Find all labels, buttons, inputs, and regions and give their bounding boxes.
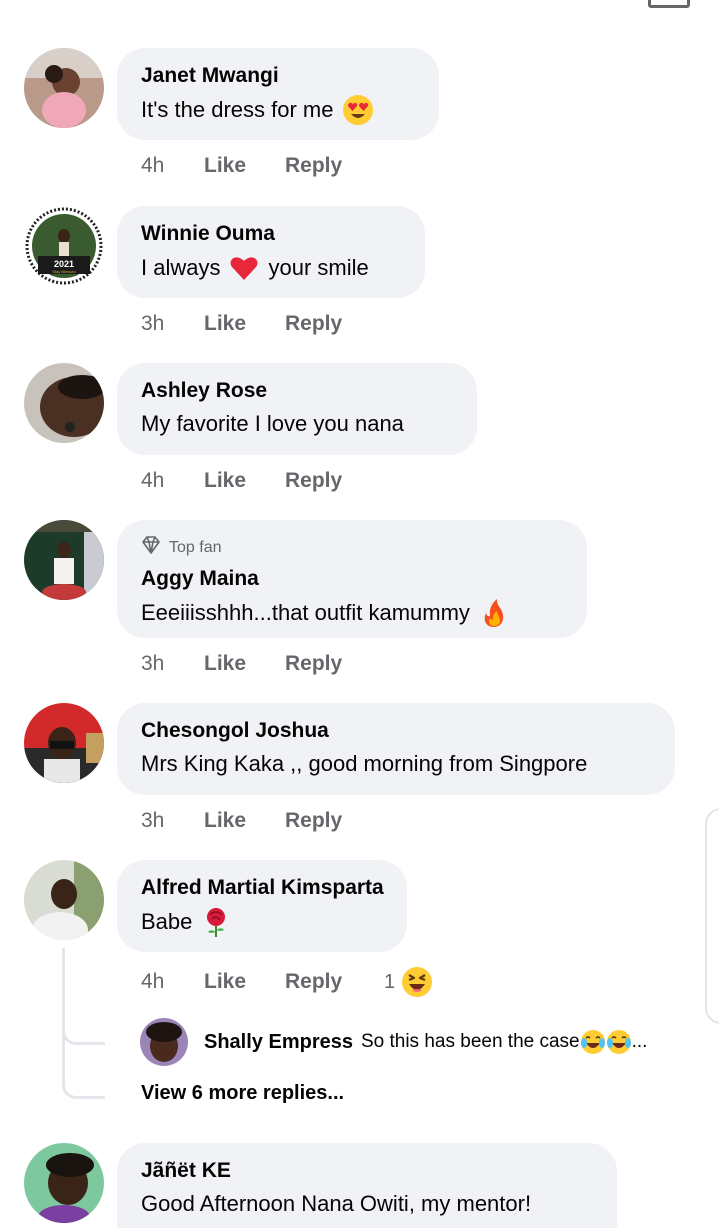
avatar[interactable] xyxy=(24,860,104,940)
reply-preview[interactable]: Shally Empress So this has been the case… xyxy=(140,1018,647,1066)
rose-emoji-icon xyxy=(200,906,232,938)
avatar[interactable] xyxy=(24,703,104,783)
badge-label: Top fan xyxy=(169,538,222,556)
thread-line xyxy=(62,948,105,1099)
comments-page: Janet Mwangi It's the dress for me 4h Li… xyxy=(0,0,719,1228)
comment-text: It's the dress for me xyxy=(141,94,415,126)
avatar[interactable]: 2021 Stay Blessed xyxy=(24,206,104,286)
comment-bubble[interactable]: Jãñët KE Good Afternoon Nana Owiti, my m… xyxy=(117,1143,617,1228)
reply-text: So this has been the case ... xyxy=(360,1029,648,1055)
comment-text: Babe xyxy=(141,906,383,938)
comment-text-body: Eeeiiisshhh...that outfit kamummy xyxy=(141,600,470,625)
commenter-name[interactable]: Ashley Rose xyxy=(141,377,453,405)
avatar-year-text: 2021 xyxy=(54,259,74,269)
reply-button[interactable]: Reply xyxy=(285,970,384,994)
comment-actions: 3h Like Reply xyxy=(141,809,384,833)
comment-time: 4h xyxy=(141,469,165,492)
comment-text: Good Afternoon Nana Owiti, my mentor! xyxy=(141,1189,593,1219)
comment-time: 3h xyxy=(141,809,165,832)
reply-button[interactable]: Reply xyxy=(285,154,384,178)
comment-text-body: Babe xyxy=(141,909,193,934)
fire-emoji-icon xyxy=(478,597,510,629)
like-button[interactable]: Like xyxy=(204,469,285,493)
like-button[interactable]: Like xyxy=(204,970,285,994)
reply-button[interactable]: Reply xyxy=(285,809,384,833)
reply-button[interactable]: Reply xyxy=(285,469,384,493)
reply-ellipsis: ... xyxy=(631,1031,648,1052)
comment-text-body: It's the dress for me xyxy=(141,97,334,122)
avatar-sub-text: Stay Blessed xyxy=(52,269,75,274)
commenter-name[interactable]: Winnie Ouma xyxy=(141,220,401,248)
view-more-replies-link[interactable]: View 6 more replies... xyxy=(141,1082,344,1105)
comment-actions: 3h Like Reply xyxy=(141,652,384,676)
right-edge-panel xyxy=(705,808,719,1024)
avatar[interactable] xyxy=(24,48,104,128)
heart-eyes-emoji-icon xyxy=(342,94,374,126)
comment-actions: 4h Like Reply 1 xyxy=(141,966,433,998)
avatar[interactable] xyxy=(24,1143,104,1223)
comment-text-after: your smile xyxy=(268,255,369,280)
comment-time: 3h xyxy=(141,652,165,675)
laughing-emoji-icon[interactable] xyxy=(401,966,433,998)
comment-bubble[interactable]: Winnie Ouma I always your smile xyxy=(117,206,425,298)
top-fan-badge: Top fan xyxy=(141,536,563,559)
red-heart-emoji-icon xyxy=(228,252,260,284)
comment-text: My favorite I love you nana xyxy=(141,409,453,439)
reply-avatar[interactable] xyxy=(140,1018,188,1066)
comment-bubble[interactable]: Chesongol Joshua Mrs King Kaka ,, good m… xyxy=(117,703,675,795)
reply-button[interactable]: Reply xyxy=(285,312,384,336)
like-button[interactable]: Like xyxy=(204,809,285,833)
comment-text: Mrs King Kaka ,, good morning from Singp… xyxy=(141,749,651,779)
comment-bubble[interactable]: Top fan Aggy Maina Eeeiiisshhh...that ou… xyxy=(117,520,587,638)
avatar[interactable] xyxy=(24,520,104,600)
avatar[interactable] xyxy=(24,363,104,443)
top-edge-icon xyxy=(648,0,690,8)
commenter-name[interactable]: Alfred Martial Kimsparta xyxy=(141,874,384,902)
diamond-icon xyxy=(141,536,161,559)
commenter-name[interactable]: Aggy Maina xyxy=(141,565,563,593)
like-button[interactable]: Like xyxy=(204,652,285,676)
comment-actions: 4h Like Reply xyxy=(141,154,384,178)
comment-time: 4h xyxy=(141,970,165,993)
comment-text-body: My favorite I love you nana xyxy=(141,411,404,436)
commenter-name[interactable]: Chesongol Joshua xyxy=(141,717,651,745)
comment-text-body: Mrs King Kaka ,, good morning from Singp… xyxy=(141,751,588,776)
tears-of-joy-emoji-icon xyxy=(606,1029,632,1055)
reply-author-name[interactable]: Shally Empress xyxy=(204,1031,353,1054)
like-button[interactable]: Like xyxy=(204,154,285,178)
comment-actions: 4h Like Reply xyxy=(141,469,384,493)
reaction-count[interactable]: 1 xyxy=(384,971,395,994)
comment-bubble[interactable]: Alfred Martial Kimsparta Babe xyxy=(117,860,407,952)
tears-of-joy-emoji-icon xyxy=(580,1029,606,1055)
comment-text: I always your smile xyxy=(141,252,401,284)
commenter-name[interactable]: Jãñët KE xyxy=(141,1157,593,1185)
comment-time: 4h xyxy=(141,154,165,177)
comment-text-before: I always xyxy=(141,255,221,280)
like-button[interactable]: Like xyxy=(204,312,285,336)
reply-button[interactable]: Reply xyxy=(285,652,384,676)
comment-text-body: Good Afternoon Nana Owiti, my mentor! xyxy=(141,1191,532,1216)
comment-bubble[interactable]: Janet Mwangi It's the dress for me xyxy=(117,48,439,140)
commenter-name[interactable]: Janet Mwangi xyxy=(141,62,415,90)
reply-text-body: So this has been the case xyxy=(360,1031,580,1052)
comment-time: 3h xyxy=(141,312,165,335)
comment-bubble[interactable]: Ashley Rose My favorite I love you nana xyxy=(117,363,477,455)
comment-actions: 3h Like Reply xyxy=(141,312,384,336)
comment-text: Eeeiiisshhh...that outfit kamummy xyxy=(141,597,563,629)
